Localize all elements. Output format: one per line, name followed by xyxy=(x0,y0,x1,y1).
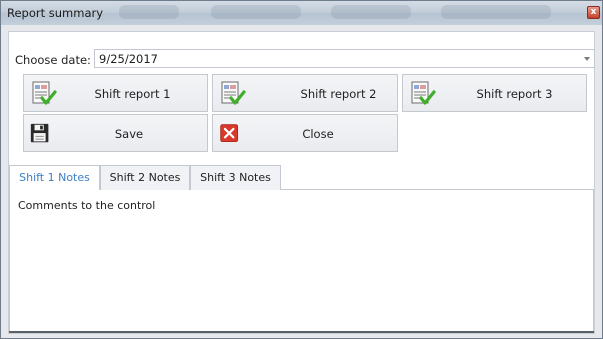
notes-text: Comments to the control xyxy=(18,199,156,212)
save-label: Save xyxy=(114,127,144,141)
shift-report-2-button[interactable]: Shift report 2 xyxy=(212,74,398,112)
tab-shift-2-notes[interactable]: Shift 2 Notes xyxy=(100,165,190,190)
close-button[interactable]: Close xyxy=(212,114,398,152)
notes-textarea[interactable]: Comments to the control xyxy=(9,190,594,333)
shift-report-1-button[interactable]: Shift report 1 xyxy=(23,74,208,112)
window-title: Report summary xyxy=(7,6,104,20)
close-label: Close xyxy=(302,127,334,141)
window-close-button[interactable]: x xyxy=(587,6,600,19)
shift-report-2-label: Shift report 2 xyxy=(300,87,377,101)
date-combo[interactable]: 9/25/2017 xyxy=(94,49,595,68)
save-button[interactable]: Save xyxy=(23,114,208,152)
date-label: Choose date: xyxy=(15,53,91,67)
title-bar[interactable]: Report summary x xyxy=(1,1,602,25)
shift-report-3-button[interactable]: Shift report 3 xyxy=(402,74,587,112)
report-check-icon xyxy=(221,81,246,105)
title-bar-blur xyxy=(331,5,411,19)
title-bar-blur xyxy=(119,5,179,19)
tab-shift-1-notes[interactable]: Shift 1 Notes xyxy=(9,165,100,191)
notes-tabstrip: Shift 1 Notes Shift 2 Notes Shift 3 Note… xyxy=(9,165,594,191)
shift-report-1-label: Shift report 1 xyxy=(94,87,171,101)
title-bar-blur xyxy=(441,5,551,19)
date-value: 9/25/2017 xyxy=(99,52,158,66)
report-check-icon xyxy=(411,81,436,105)
red-x-icon xyxy=(220,124,239,143)
chevron-down-icon[interactable] xyxy=(584,57,590,61)
notes-bottom-edge xyxy=(9,331,594,333)
report-check-icon xyxy=(32,81,57,105)
title-bar-blur xyxy=(211,5,301,19)
shift-report-3-label: Shift report 3 xyxy=(476,87,553,101)
floppy-disk-icon xyxy=(30,123,49,143)
tab-shift-3-notes[interactable]: Shift 3 Notes xyxy=(190,165,281,190)
